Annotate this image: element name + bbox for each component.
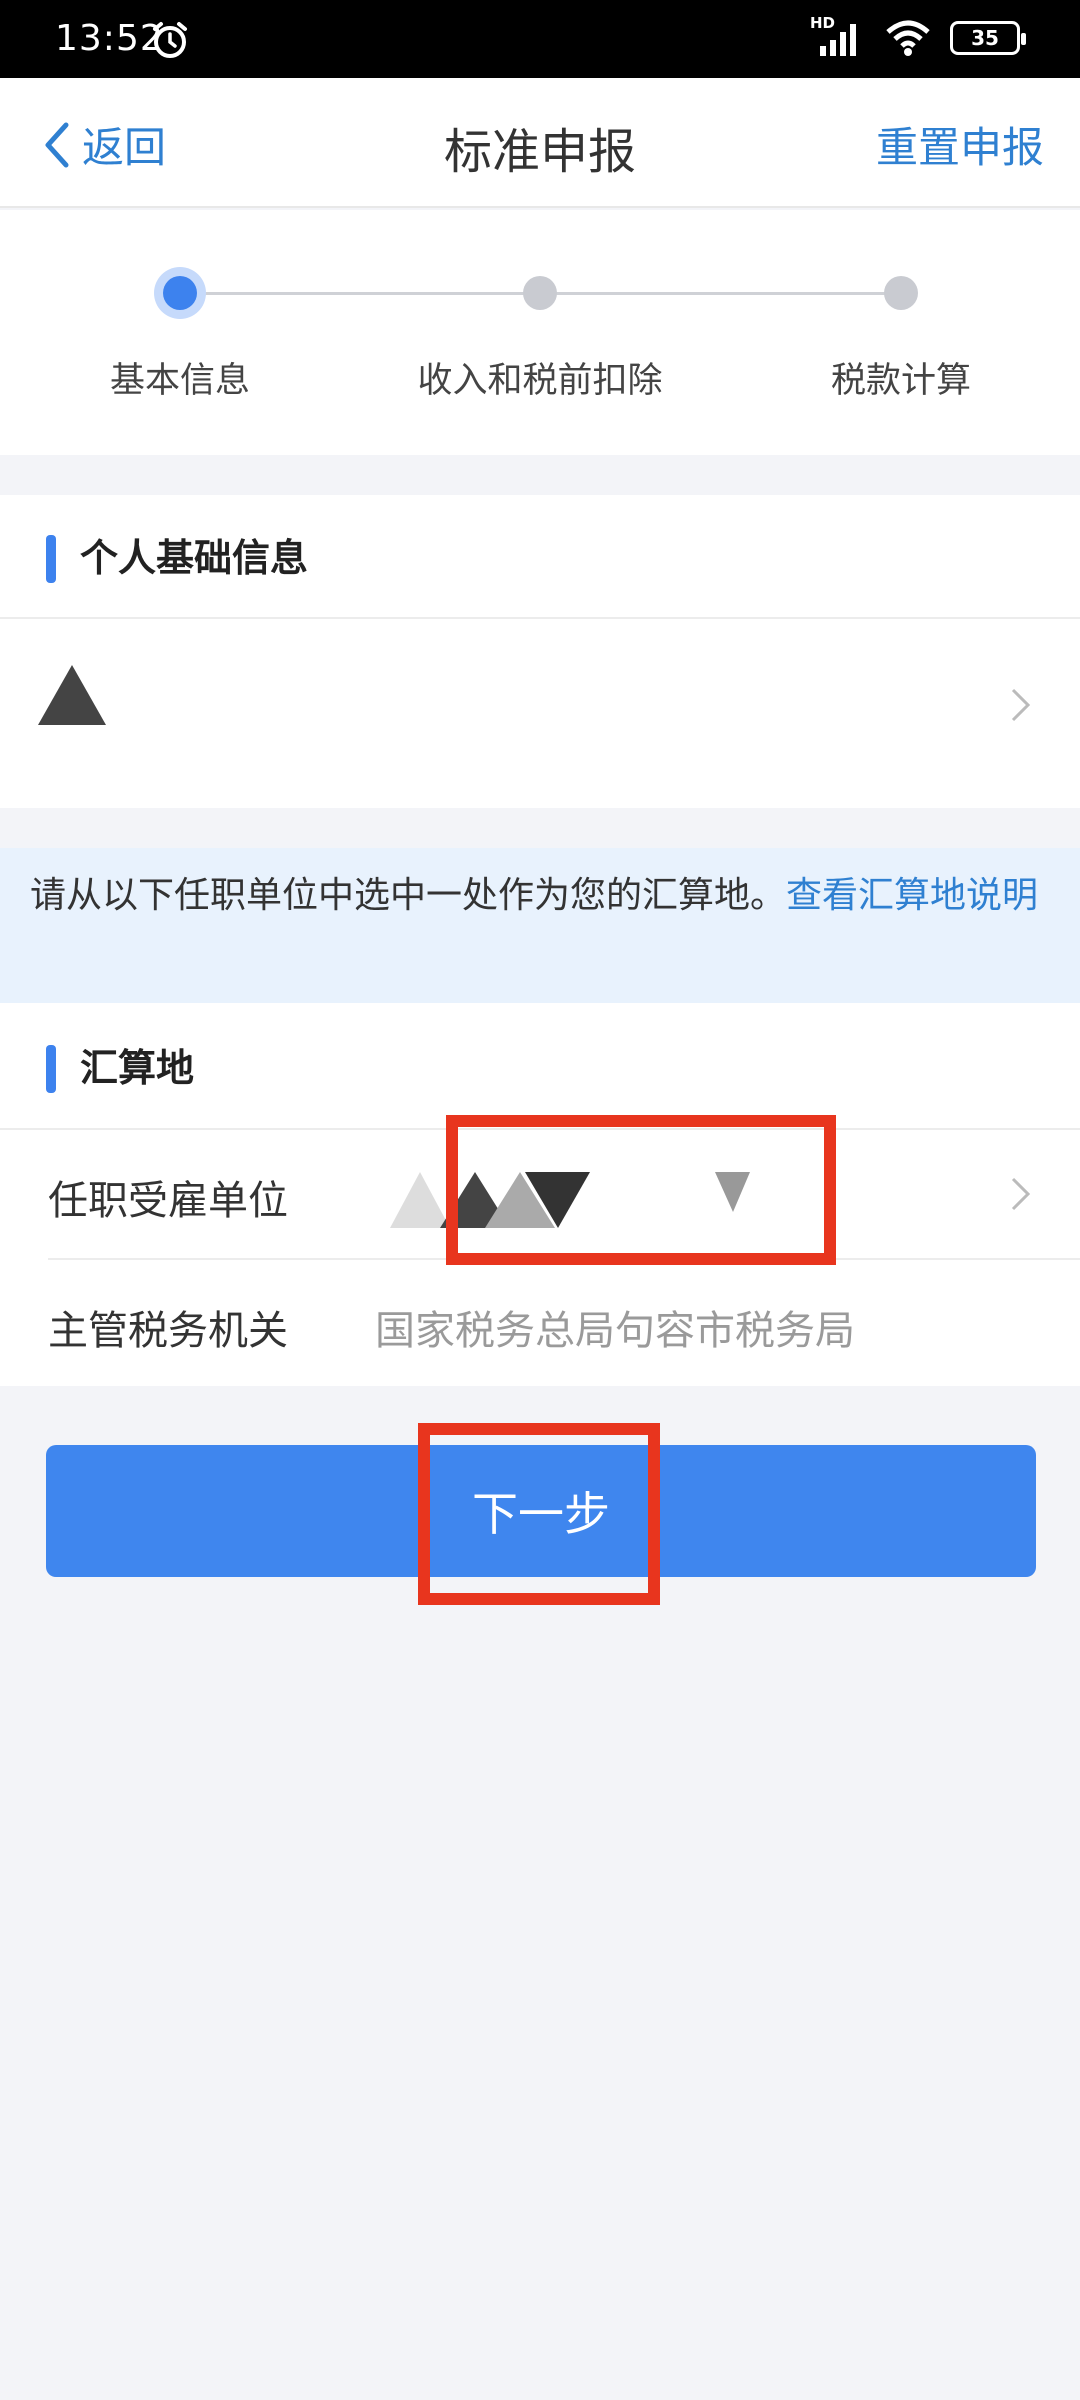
tax-office-label: 主管税务机关 [48,1308,288,1354]
notice-text: 请从以下任职单位中选中一处作为您的汇算地。 [30,875,787,916]
step-connector [196,292,542,295]
step-label-basic-info: 基本信息 [109,361,250,401]
step-label-income: 收入和税前扣除 [417,361,663,401]
avatar [38,665,106,725]
step-label-tax-calc: 税款计算 [830,361,971,401]
battery-icon: 35 [950,21,1026,55]
alarm-icon [153,22,187,58]
wifi-icon [886,20,930,56]
notice-banner: 请从以下任职单位中选中一处作为您的汇算地。查看汇算地说明 [0,848,1080,1003]
step-connector [556,292,886,295]
step-dot-basic-info [163,276,197,310]
chevron-right-icon [1011,688,1031,722]
step-dot-tax-calc [884,276,918,310]
personal-info-row[interactable] [0,619,1080,807]
highlight-box-employer [446,1115,836,1265]
status-icons: HD 35 [810,14,1026,62]
tax-office-row: 主管税务机关 国家税务总局句容市税务局 [0,1260,1080,1386]
chevron-right-icon [1011,1177,1031,1211]
battery-level: 35 [971,26,999,50]
status-bar: 13:52 HD 35 [0,0,1080,78]
nav-header: 返回 标准申报 重置申报 [0,78,1080,208]
section-title: 汇算地 [80,1046,195,1090]
reset-declaration-button[interactable]: 重置申报 [876,114,1044,175]
section-accent-bar [46,1045,56,1093]
tax-office-value: 国家税务总局句容市税务局 [375,1308,855,1354]
progress-stepper: 基本信息 收入和税前扣除 税款计算 [0,210,1080,455]
section-title: 个人基础信息 [80,536,309,580]
settlement-help-link[interactable]: 查看汇算地说明 [786,875,1038,916]
section-accent-bar [46,535,56,583]
highlight-box-next-button [418,1423,660,1605]
network-type: HD [810,14,836,32]
personal-info-section: 个人基础信息 [0,495,1080,808]
status-time: 13:52 [55,18,164,59]
employer-label: 任职受雇单位 [48,1178,288,1224]
step-dot-income [523,276,557,310]
signal-icon: HD [810,14,866,58]
